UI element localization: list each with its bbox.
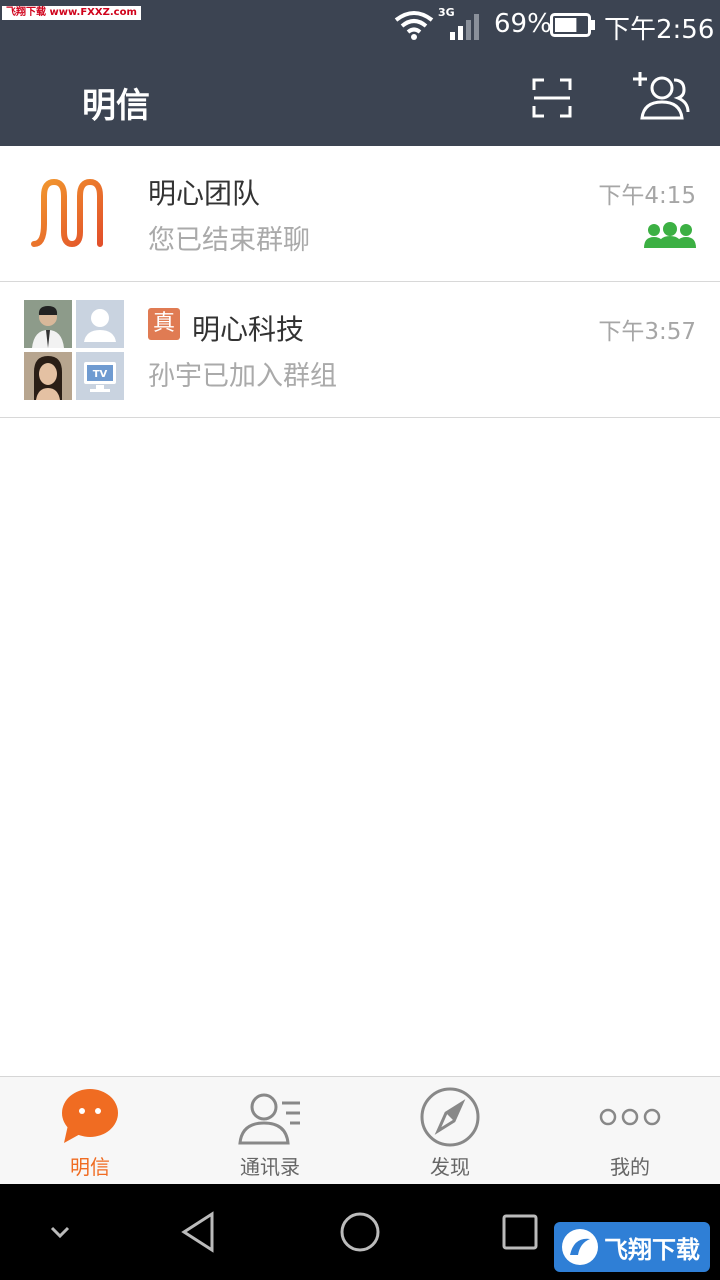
member-avatar — [76, 300, 124, 348]
conversation-name: 明心团队 — [148, 177, 261, 210]
add-contact-icon[interactable] — [632, 70, 690, 122]
mingxin-logo-icon — [31, 178, 115, 248]
tab-label: 我的 — [610, 1155, 650, 1179]
conversation-time: 下午4:15 — [598, 183, 696, 209]
tab-contacts[interactable]: 通讯录 — [180, 1077, 360, 1185]
tab-label: 发现 — [430, 1155, 470, 1179]
compass-icon — [420, 1087, 480, 1147]
conversation-preview: 您已结束群聊 — [148, 225, 310, 256]
watermark-text: 飞翔下载 — [604, 1236, 700, 1264]
group-avatar-icon: TV — [24, 300, 124, 400]
tab-label: 通讯录 — [240, 1155, 300, 1179]
tab-mingxin[interactable]: 明信 — [0, 1077, 180, 1185]
home-icon[interactable] — [336, 1208, 384, 1256]
page-title: 明信 — [82, 86, 150, 126]
conversation-item[interactable]: TV 真 明心科技 孙宇已加入群组 下午3:57 — [0, 282, 720, 418]
verified-badge: 真 — [148, 308, 180, 340]
member-avatar — [24, 352, 72, 400]
chat-bubble-icon — [62, 1089, 118, 1143]
status-bar: 飞翔下载 www.FXXZ.com 3G 69% 下午2:56 — [0, 0, 720, 50]
bottom-nav: 明信 通讯录 发现 我的 — [0, 1076, 720, 1184]
collapse-icon[interactable] — [36, 1208, 84, 1256]
tab-label: 明信 — [70, 1155, 110, 1179]
member-avatar — [24, 300, 72, 348]
contacts-icon — [238, 1093, 300, 1145]
battery-percent: 69% — [494, 9, 552, 39]
conversation-name: 明心科技 — [192, 313, 305, 346]
member-avatar: TV — [76, 352, 124, 400]
app-header: 明信 — [0, 50, 720, 146]
conversation-time: 下午3:57 — [598, 319, 696, 345]
battery-icon — [550, 13, 595, 37]
watermark-icon — [562, 1229, 598, 1265]
svg-text:TV: TV — [93, 369, 108, 380]
tab-mine[interactable]: 我的 — [540, 1077, 720, 1185]
back-icon[interactable] — [176, 1208, 224, 1256]
recents-icon[interactable] — [496, 1208, 544, 1256]
conversation-preview: 孙宇已加入群组 — [148, 361, 337, 392]
watermark-logo: 飞翔下载 — [554, 1222, 710, 1272]
conversation-item[interactable]: 明心团队 您已结束群聊 下午4:15 — [0, 146, 720, 282]
group-icon — [644, 222, 696, 248]
scan-icon[interactable] — [530, 76, 574, 120]
tab-discover[interactable]: 发现 — [360, 1077, 540, 1185]
clock: 下午2:56 — [604, 15, 715, 45]
signal-icon — [450, 14, 479, 40]
wifi-icon — [394, 11, 434, 40]
watermark-top: 飞翔下载 www.FXXZ.com — [2, 6, 141, 20]
more-dots-icon — [599, 1108, 661, 1126]
